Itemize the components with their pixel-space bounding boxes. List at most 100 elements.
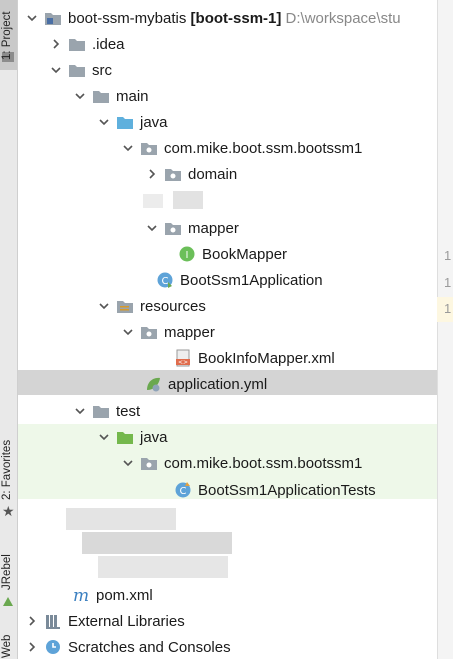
gutter-line-number: 1 [444, 301, 452, 316]
tree-node-label: test [116, 402, 141, 420]
tool-window-strip: 1: Project 2: Favorites ★ JRebel Web [0, 0, 18, 659]
tree-node-label: main [116, 87, 149, 105]
chevron-down-icon[interactable] [24, 10, 40, 26]
test-root-folder-icon [116, 428, 134, 446]
svg-text:C: C [162, 276, 169, 287]
package-icon [164, 165, 182, 183]
tree-node-label: com.mike.boot.ssm.bootssm1 [164, 139, 363, 157]
favorites-tab-label: 2: Favorites [1, 439, 13, 500]
web-tab-label: Web [1, 634, 13, 658]
folder-icon [92, 402, 110, 420]
tree-node-package-main[interactable]: com.mike.boot.ssm.bootssm1 [120, 135, 362, 161]
resources-folder-icon [116, 297, 134, 315]
obscured-region [143, 194, 163, 208]
tree-node-label: .idea [92, 35, 125, 53]
chevron-down-icon[interactable] [72, 88, 88, 104]
tree-node-label: Scratches and Consoles [68, 638, 231, 656]
tree-node-test[interactable]: test [72, 398, 140, 424]
jrebel-icon [3, 597, 13, 606]
tree-node-src[interactable]: src [48, 57, 112, 83]
maven-icon: m [72, 586, 90, 604]
package-icon [140, 323, 158, 341]
chevron-down-icon[interactable] [120, 455, 136, 471]
tree-node-app-class[interactable]: C BootSsm1Application [156, 267, 323, 293]
tree-node-package-test[interactable]: com.mike.boot.ssm.bootssm1 [120, 450, 362, 476]
test-row-highlight [18, 424, 437, 449]
package-icon [140, 454, 158, 472]
tree-node-domain[interactable]: domain [144, 161, 237, 187]
interface-icon: I [178, 245, 196, 263]
tree-node-application-yml[interactable]: application.yml [144, 371, 267, 397]
tree-node-root[interactable]: boot-ssm-mybatis [boot-ssm-1] D:\workspa… [24, 5, 401, 31]
tree-node-label: External Libraries [68, 612, 185, 630]
chevron-down-icon[interactable] [96, 298, 112, 314]
chevron-right-icon[interactable] [24, 639, 40, 655]
tree-node-book-mapper[interactable]: I BookMapper [178, 241, 287, 267]
project-tool-tab[interactable]: 1: Project [0, 0, 17, 70]
package-icon [140, 139, 158, 157]
folder-icon [68, 61, 86, 79]
tree-node-label: BootSsm1Application [180, 271, 323, 289]
chevron-down-icon[interactable] [96, 114, 112, 130]
tree-node-mapper-xml[interactable]: <> BookInfoMapper.xml [174, 345, 335, 371]
scratches-icon [44, 638, 62, 656]
tree-node-scratches[interactable]: Scratches and Consoles [24, 634, 231, 660]
editor-gutter [437, 0, 453, 659]
module-folder-icon [44, 9, 62, 27]
svg-text:C: C [180, 486, 187, 497]
tree-node-label: java [140, 113, 168, 131]
obscured-region [98, 556, 228, 578]
tree-node-label: BookMapper [202, 245, 288, 263]
package-icon [164, 219, 182, 237]
tree-node-label: pom.xml [96, 586, 153, 604]
tree-node-external-libraries[interactable]: External Libraries [24, 608, 185, 634]
tree-node-test-class[interactable]: C BootSsm1ApplicationTests [174, 477, 376, 503]
source-root-folder-icon [116, 113, 134, 131]
tree-node-mapper-resources[interactable]: mapper [120, 319, 215, 345]
tree-node-label: domain [188, 165, 238, 183]
folder-icon [68, 35, 86, 53]
tree-node-resources[interactable]: resources [96, 293, 206, 319]
root-project-name: boot-ssm-mybatis [68, 9, 187, 27]
jrebel-tab-label: JRebel [1, 554, 13, 590]
tree-node-idea[interactable]: .idea [48, 31, 125, 57]
tree-node-pom[interactable]: m pom.xml [72, 582, 153, 608]
tree-node-java-test[interactable]: java [96, 424, 168, 450]
chevron-down-icon[interactable] [120, 324, 136, 340]
obscured-region [66, 508, 176, 530]
root-module-name: [boot-ssm-1] [190, 9, 282, 27]
svg-text:<>: <> [178, 359, 188, 366]
chevron-right-icon[interactable] [144, 166, 160, 182]
chevron-down-icon[interactable] [48, 62, 64, 78]
chevron-down-icon[interactable] [144, 220, 160, 236]
xml-file-icon: <> [174, 349, 192, 367]
gutter-line-number: 1 [444, 275, 452, 290]
chevron-right-icon[interactable] [48, 36, 64, 52]
obscured-region [82, 532, 232, 554]
chevron-down-icon[interactable] [96, 429, 112, 445]
root-path: D:\workspace\stu [285, 9, 401, 27]
test-class-icon: C [174, 481, 192, 499]
tree-node-label: com.mike.boot.ssm.bootssm1 [164, 454, 363, 472]
spring-boot-class-icon: C [156, 271, 174, 289]
svg-text:I: I [186, 250, 189, 261]
tree-node-label: application.yml [168, 375, 268, 393]
tree-node-mapper-package[interactable]: mapper [144, 215, 239, 241]
tree-node-java-main[interactable]: java [96, 109, 168, 135]
gutter-line-number: 1 [444, 248, 452, 263]
chevron-right-icon[interactable] [24, 613, 40, 629]
svg-text:m: m [73, 586, 89, 604]
chevron-down-icon[interactable] [120, 140, 136, 156]
chevron-down-icon[interactable] [72, 403, 88, 419]
folder-icon [92, 87, 110, 105]
tree-node-label: mapper [164, 323, 215, 341]
tree-node-label: resources [140, 297, 206, 315]
tree-node-label: src [92, 61, 112, 79]
star-icon: ★ [2, 503, 15, 519]
tree-node-label: mapper [188, 219, 239, 237]
libraries-icon [44, 612, 62, 630]
tree-node-main[interactable]: main [72, 83, 149, 109]
tree-node-label: BootSsm1ApplicationTests [198, 481, 376, 499]
tree-node-label: BookInfoMapper.xml [198, 349, 335, 367]
spring-config-icon [144, 375, 162, 393]
